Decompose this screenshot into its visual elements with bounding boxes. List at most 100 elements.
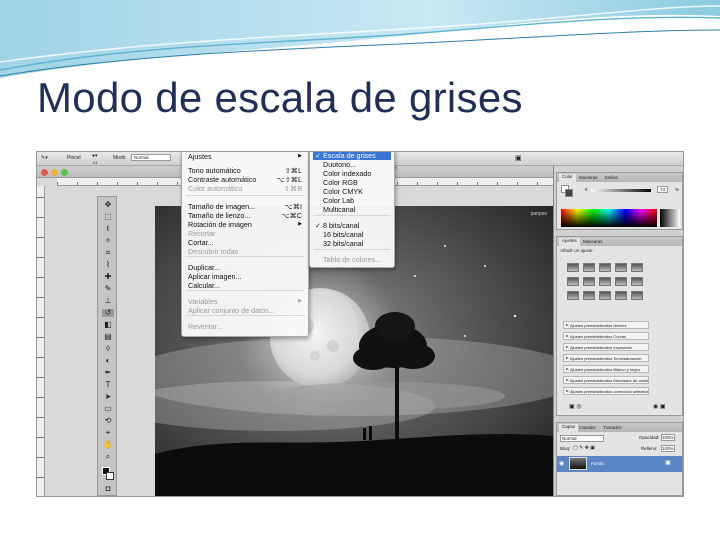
dodge-tool-icon[interactable]: ◐	[102, 357, 114, 365]
k-value[interactable]: 74	[657, 186, 669, 193]
canvas-watermark: panpax	[530, 211, 547, 217]
tab-adjustments[interactable]: Ajustes	[559, 238, 580, 246]
healing-brush-tool-icon[interactable]: ✚	[102, 273, 114, 281]
k-slider[interactable]	[591, 189, 651, 192]
workspace-icon[interactable]: ▣	[515, 154, 522, 162]
shape-tool-icon[interactable]: ▭	[102, 405, 114, 413]
3d-camera-tool-icon[interactable]: ⌖	[102, 429, 114, 437]
image-menu-item[interactable]: Calcular...	[188, 281, 304, 290]
image-menu-item-label: Duplicar...	[188, 263, 220, 272]
visibility-eye-icon[interactable]: ◉	[559, 460, 564, 467]
curves-icon[interactable]	[599, 263, 611, 272]
fill-value[interactable]: 100%	[661, 445, 675, 452]
foreground-color-swatch[interactable]	[565, 189, 573, 197]
image-menu-item-label: Tono automático	[188, 166, 241, 175]
mode-submenu-item[interactable]: ✓ 8 bits/canal	[313, 221, 391, 230]
image-menu-item[interactable]: Rotación de imagen ▶	[188, 220, 304, 229]
image-menu-item[interactable]: Tono automático ⇧⌘L	[188, 166, 304, 175]
image-menu-item[interactable]: Cortar...	[188, 238, 304, 247]
adjustment-preset-item[interactable]: Ajustes preestablecidos Curvas	[563, 332, 649, 340]
color-balance-icon[interactable]	[583, 277, 595, 286]
photo-filter-icon[interactable]	[615, 277, 627, 286]
mode-select[interactable]: Normal	[131, 154, 171, 161]
tab-color[interactable]: Color	[559, 174, 576, 182]
mode-submenu-item[interactable]: Color indexado	[313, 169, 391, 178]
brush-tool-icon[interactable]: ✎	[102, 285, 114, 293]
invert-icon[interactable]	[567, 291, 579, 300]
mode-submenu-item[interactable]: Duotono...	[313, 160, 391, 169]
brightness-contrast-icon[interactable]	[567, 263, 579, 272]
mode-submenu-item[interactable]: 32 bits/canal	[313, 239, 391, 248]
lasso-tool-icon[interactable]: ℓ	[102, 225, 114, 233]
move-tool-icon[interactable]: ✥	[102, 201, 114, 209]
adjustment-preset-item[interactable]: Ajustes preestablecidos exposición	[563, 343, 649, 351]
image-menu-item: Descubrir todas	[188, 247, 304, 256]
brush-preset-picker[interactable]: ●▾	[92, 153, 98, 159]
image-menu-item[interactable]: Tamaño de imagen... ⌥⌘I	[188, 202, 304, 211]
gradient-tool-icon[interactable]: ▤	[102, 333, 114, 341]
threshold-icon[interactable]	[599, 291, 611, 300]
hue-saturation-icon[interactable]	[567, 277, 579, 286]
magic-wand-tool-icon[interactable]: ✧	[102, 237, 114, 245]
grayscale-ramp[interactable]	[660, 209, 680, 227]
tab-layers[interactable]: Capas	[559, 424, 579, 432]
posterize-icon[interactable]	[583, 291, 595, 300]
zoom-tool-icon[interactable]: ⌕	[102, 453, 114, 461]
tab-masks[interactable]: Máscaras	[583, 239, 603, 244]
mode-submenu-item[interactable]: Multicanal	[313, 205, 391, 214]
blur-tool-icon[interactable]: ◊	[102, 345, 114, 353]
path-selection-tool-icon[interactable]: ➤	[102, 393, 114, 401]
hand-tool-icon[interactable]: ✋	[102, 441, 114, 449]
layer-name: Fondo	[591, 461, 604, 466]
channel-mixer-icon[interactable]	[631, 277, 643, 286]
mode-submenu-item[interactable]: Color CMYK	[313, 187, 391, 196]
foreground-background-swatch[interactable]	[102, 467, 114, 481]
image-menu-item[interactable]: Tamaño de lienzo... ⌥⌘C	[188, 211, 304, 220]
zoom-window-icon[interactable]	[61, 169, 68, 176]
opacity-value[interactable]: 100%	[661, 434, 675, 441]
image-menu-item[interactable]: Duplicar...	[188, 263, 304, 272]
layer-row-background[interactable]: ◉ Fondo ▣	[557, 456, 682, 472]
lock-icons[interactable]: ▢ ✎ ✥ ▣	[573, 445, 595, 451]
levels-icon[interactable]	[583, 263, 595, 272]
adjustment-preset-item[interactable]: Ajustes preestablecidos corrección selec…	[563, 387, 649, 395]
mode-submenu-item[interactable]: ✓ Escala de grises	[313, 152, 391, 160]
close-window-icon[interactable]	[41, 169, 48, 176]
type-tool-icon[interactable]: T	[102, 381, 114, 389]
tab-channels[interactable]: Canales	[579, 425, 596, 430]
image-menu-item: Recortar	[188, 229, 304, 238]
layers-panel-tabs: Capas Canales Trazados	[557, 423, 682, 432]
pen-tool-icon[interactable]: ✒	[102, 369, 114, 377]
mode-submenu-item[interactable]: Color RGB	[313, 178, 391, 187]
clone-stamp-tool-icon[interactable]: ⊥	[102, 297, 114, 305]
adjustment-preset-item[interactable]: Ajustes preestablecidos Tono/saturación	[563, 354, 649, 362]
mode-submenu-item-label: 16 bits/canal	[323, 230, 364, 239]
gradient-map-icon[interactable]	[615, 291, 627, 300]
adjustment-preset-item[interactable]: Ajustes preestablecidos Niveles	[563, 321, 649, 329]
quick-mask-icon[interactable]: ◘	[102, 485, 114, 493]
blend-mode-select[interactable]: Normal	[560, 435, 604, 442]
tab-styles[interactable]: Estilos	[605, 175, 618, 180]
adjustment-preset-item[interactable]: Ajustes preestablecidos Mezclador de can…	[563, 376, 649, 384]
image-menu-item[interactable]: Aplicar imagen...	[188, 272, 304, 281]
3d-rotate-tool-icon[interactable]: ⟲	[102, 417, 114, 425]
mode-submenu-item[interactable]: Color Lab	[313, 196, 391, 205]
image-menu-item[interactable]: Ajustes ▶	[188, 152, 304, 161]
black-white-icon[interactable]	[599, 277, 611, 286]
tab-paths[interactable]: Trazados	[603, 425, 622, 430]
exposure-icon[interactable]	[615, 263, 627, 272]
mode-submenu-item[interactable]: 16 bits/canal	[313, 230, 391, 239]
brush-tool-icon[interactable]: ✎▾	[41, 155, 48, 161]
marquee-tool-icon[interactable]: ⬚	[102, 213, 114, 221]
history-brush-tool-icon[interactable]: ↺	[102, 309, 114, 317]
eyedropper-tool-icon[interactable]: ⌇	[102, 261, 114, 269]
selective-color-icon[interactable]	[631, 291, 643, 300]
panel-options-icons[interactable]: ◉ ▣	[653, 403, 666, 410]
eraser-tool-icon[interactable]: ◧	[102, 321, 114, 329]
tab-swatches[interactable]: Muestras	[579, 175, 598, 180]
vibrance-icon[interactable]	[631, 263, 643, 272]
crop-tool-icon[interactable]: ⌗	[102, 249, 114, 257]
minimize-window-icon[interactable]	[51, 169, 58, 176]
adjustment-preset-item[interactable]: Ajustes preestablecidos Blanco y negro	[563, 365, 649, 373]
image-menu-item[interactable]: Contraste automático ⌥⇧⌘L	[188, 175, 304, 184]
